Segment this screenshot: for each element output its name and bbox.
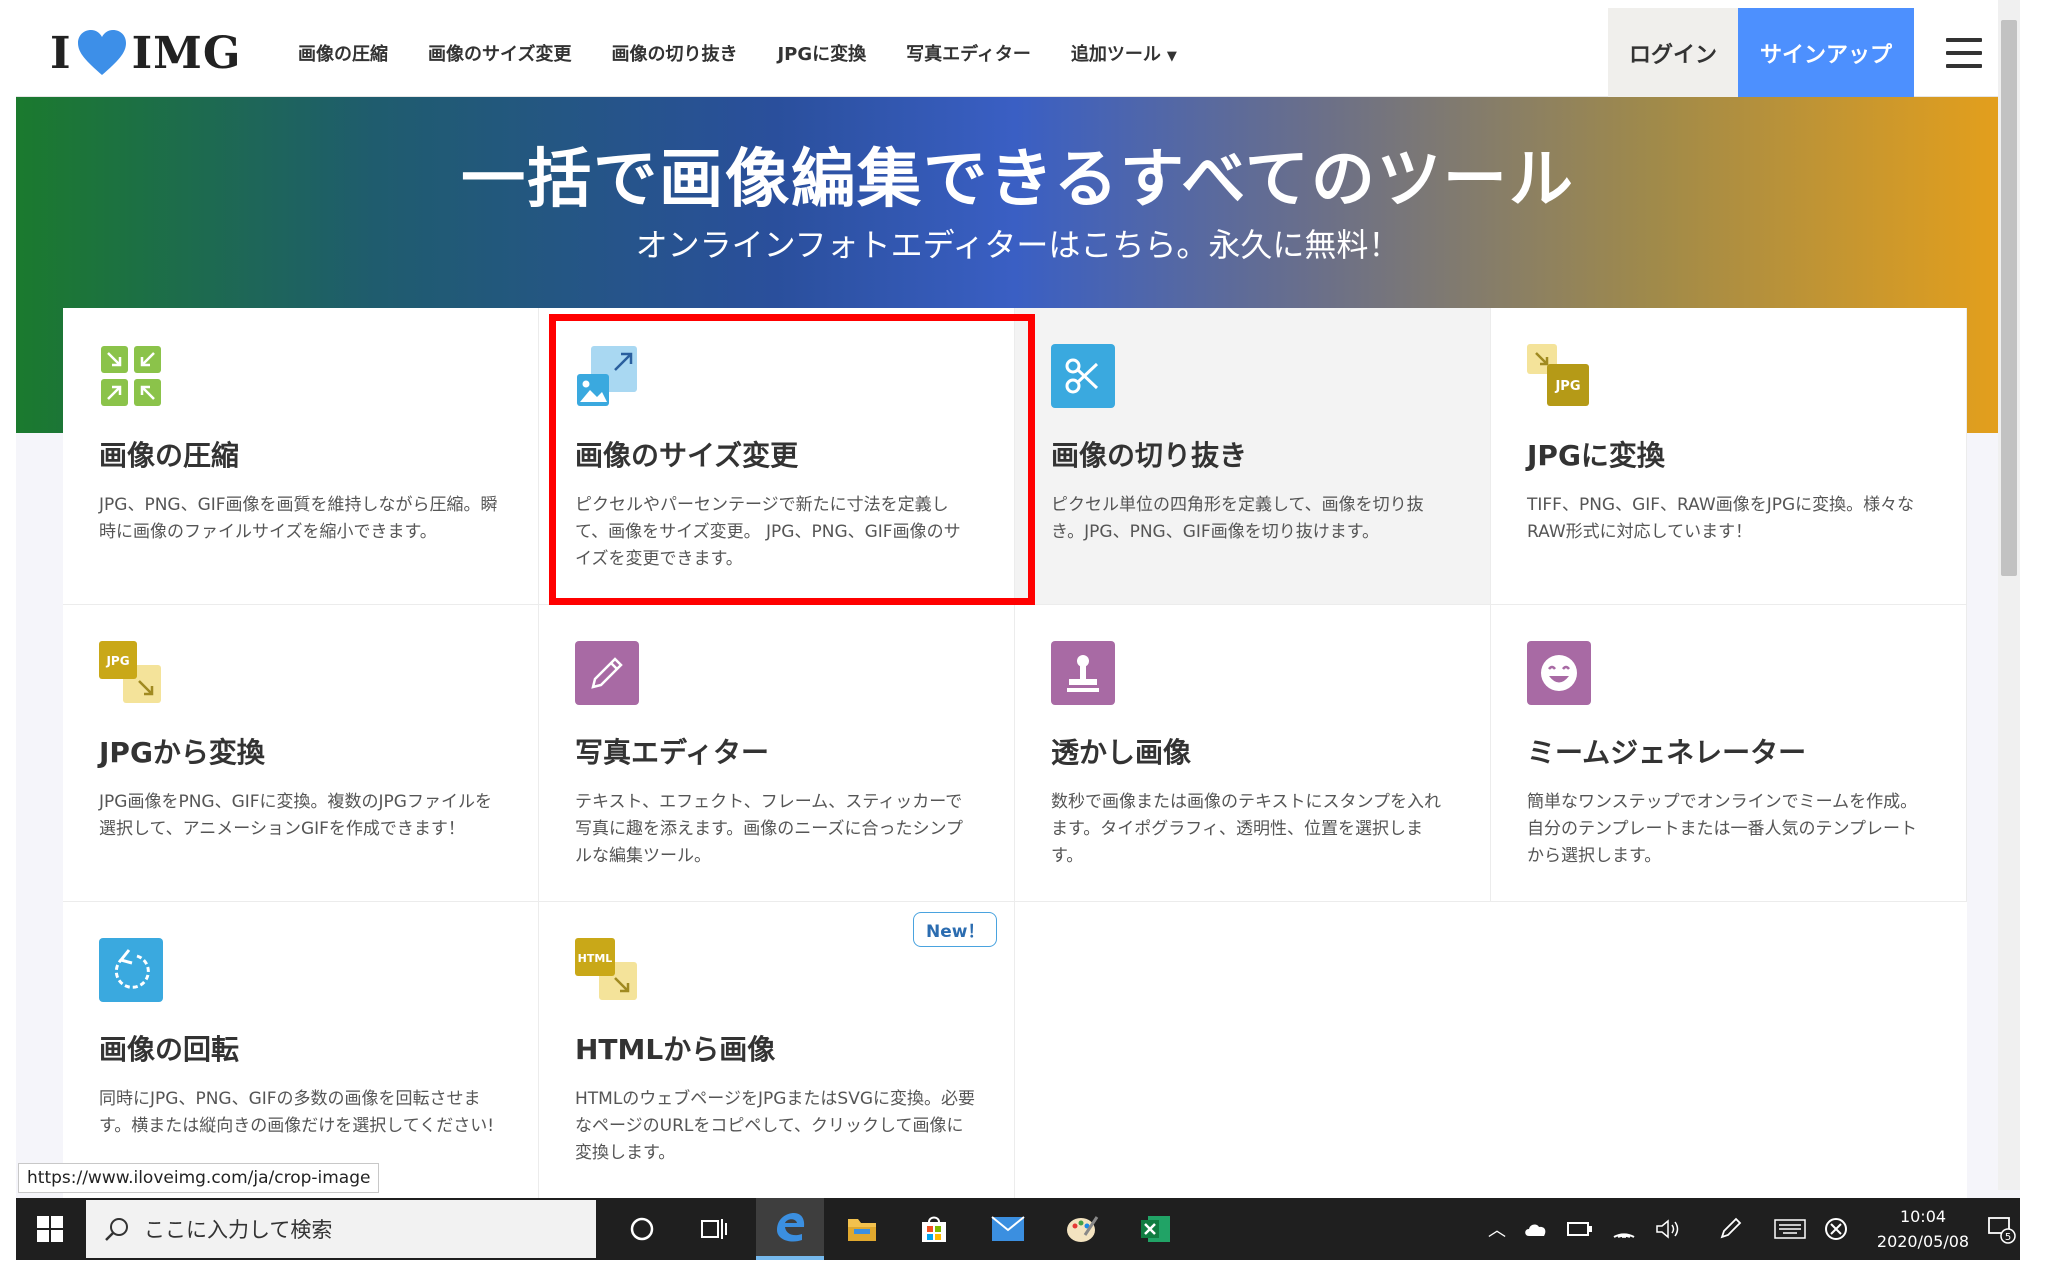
onedrive-cloud-icon[interactable] bbox=[1516, 1198, 1556, 1260]
caret-down-icon: ▼ bbox=[1166, 48, 1177, 64]
clock-time: 10:04 bbox=[1899, 1207, 1947, 1226]
tool-description: 同時にJPG、PNG、GIFの多数の画像を回転させます。横または縦向きの画像だけ… bbox=[99, 1089, 495, 1136]
tool-card-convert-to-jpg[interactable]: JPG JPGに変換 TIFF、PNG、GIF、RAW画像をJPGに変換。様々な… bbox=[1491, 308, 1967, 605]
heart-icon bbox=[77, 30, 126, 75]
nav-link-photo-editor[interactable]: 写真エディター bbox=[906, 40, 1031, 66]
convert-to-jpg-icon: JPG bbox=[1527, 344, 1589, 406]
search-icon bbox=[105, 1218, 128, 1241]
svg-text:HTML: HTML bbox=[578, 952, 613, 965]
nav-link-more-tools[interactable]: 追加ツール ▼ bbox=[1071, 40, 1177, 66]
windows-taskbar: ここに入力して検索 ︿ 10:04 2020/05/08 5 bbox=[16, 1198, 2020, 1260]
tool-description: TIFF、PNG、GIF、RAW画像をJPGに変換。様々なRAW形式に対応してい… bbox=[1527, 495, 1915, 542]
nav-links: 画像の圧縮 画像のサイズ変更 画像の切り抜き JPGに変換 写真エディター 追加… bbox=[298, 8, 1217, 97]
search-placeholder: ここに入力して検索 bbox=[144, 1218, 333, 1242]
tool-title: 画像のサイズ変更 bbox=[575, 439, 799, 472]
scrollbar-thumb[interactable] bbox=[2001, 20, 2017, 576]
convert-from-jpg-icon: JPG bbox=[99, 641, 161, 703]
tool-card-compress[interactable]: 画像の圧縮 JPG、PNG、GIF画像を画質を維持しながら圧縮。瞬時に画像のファ… bbox=[63, 308, 539, 605]
file-explorer-icon[interactable] bbox=[828, 1198, 896, 1260]
tool-description: ピクセル単位の四角形を定義して、画像を切り抜き。JPG、PNG、GIF画像を切り… bbox=[1051, 495, 1424, 542]
store-icon[interactable] bbox=[900, 1198, 968, 1260]
edge-browser-icon[interactable] bbox=[756, 1198, 824, 1260]
windows-logo-icon bbox=[37, 1216, 63, 1242]
tool-title: JPGから変換 bbox=[99, 736, 265, 769]
rotate-icon bbox=[99, 938, 163, 1002]
nav-link-convert-to-jpg[interactable]: JPGに変換 bbox=[777, 40, 866, 66]
cortana-icon[interactable] bbox=[608, 1198, 676, 1260]
start-button[interactable] bbox=[16, 1198, 84, 1260]
tool-card-rotate[interactable]: 画像の回転 同時にJPG、PNG、GIFの多数の画像を回転させます。横または縦向… bbox=[63, 902, 539, 1198]
resize-icon bbox=[577, 346, 637, 406]
ime-off-icon[interactable] bbox=[1816, 1198, 1856, 1260]
tool-card-meme-generator[interactable]: ミームジェネレーター 簡単なワンステップでオンラインでミームを作成。自分のテンプ… bbox=[1491, 605, 1967, 902]
logo-text-right: IMG bbox=[131, 27, 242, 79]
nav-link-compress[interactable]: 画像の圧縮 bbox=[298, 40, 388, 66]
tool-title: 透かし画像 bbox=[1051, 736, 1192, 769]
taskbar-search-box[interactable]: ここに入力して検索 bbox=[86, 1200, 596, 1258]
signup-button[interactable]: サインアップ bbox=[1738, 8, 1914, 97]
svg-text:5: 5 bbox=[2005, 1232, 2011, 1243]
compress-icon bbox=[101, 346, 161, 406]
iloveimg-logo[interactable]: I IMG bbox=[50, 26, 241, 80]
login-button[interactable]: ログイン bbox=[1608, 8, 1738, 97]
notification-center-icon[interactable]: 5 bbox=[1982, 1198, 2020, 1260]
tool-card-watermark[interactable]: 透かし画像 数秒で画像または画像のテキストにスタンプを入れます。タイポグラフィ、… bbox=[1015, 605, 1491, 902]
html-to-image-icon: HTML bbox=[575, 938, 637, 1000]
svg-text:JPG: JPG bbox=[105, 654, 129, 668]
volume-icon[interactable] bbox=[1648, 1198, 1688, 1260]
tool-description: 簡単なワンステップでオンラインでミームを作成。自分のテンプレートまたは一番人気の… bbox=[1527, 792, 1918, 866]
tools-grid: 画像の圧縮 JPG、PNG、GIF画像を画質を維持しながら圧縮。瞬時に画像のファ… bbox=[63, 308, 1967, 1198]
tool-card-convert-from-jpg[interactable]: JPG JPGから変換 JPG画像をPNG、GIFに変換。複数のJPGファイルを… bbox=[63, 605, 539, 902]
status-bar-url: https://www.iloveimg.com/ja/crop-image bbox=[18, 1163, 380, 1193]
show-hidden-icons-chevron-icon[interactable]: ︿ bbox=[1480, 1198, 1514, 1260]
pen-icon[interactable] bbox=[1710, 1198, 1750, 1260]
tool-card-photo-editor[interactable]: 写真エディター テキスト、エフェクト、フレーム、スティッカーで写真に趣を添えます… bbox=[539, 605, 1015, 902]
tool-description: テキスト、エフェクト、フレーム、スティッカーで写真に趣を添えます。画像のニーズに… bbox=[575, 792, 963, 866]
hero-subtitle: オンラインフォトエディターはこちら。永久に無料！ bbox=[635, 226, 1401, 264]
svg-text:JPG: JPG bbox=[1554, 379, 1580, 394]
tool-description: JPG画像をPNG、GIFに変換。複数のJPGファイルを選択して、アニメーション… bbox=[99, 792, 492, 839]
smiley-icon bbox=[1527, 641, 1591, 705]
tool-card-resize[interactable]: 画像のサイズ変更 ピクセルやパーセンテージで新たに寸法を定義して、画像をサイズ変… bbox=[539, 308, 1015, 605]
scissors-icon bbox=[1051, 344, 1115, 408]
nav-link-crop[interactable]: 画像の切り抜き bbox=[611, 40, 737, 66]
battery-icon[interactable] bbox=[1560, 1198, 1600, 1260]
browser-viewport: I IMG 画像の圧縮 画像のサイズ変更 画像の切り抜き JPGに変換 写真エデ… bbox=[16, 8, 2020, 1198]
tool-title: 画像の切り抜き bbox=[1051, 439, 1248, 472]
tool-description: HTMLのウェブページをJPGまたはSVGに変換。必要なページのURLをコピペし… bbox=[575, 1089, 975, 1163]
logo-text-left: I bbox=[50, 27, 72, 79]
new-badge: New！ bbox=[913, 912, 998, 947]
top-navbar: I IMG 画像の圧縮 画像のサイズ変更 画像の切り抜き JPGに変換 写真エデ… bbox=[16, 8, 2020, 97]
tool-title: HTMLから画像 bbox=[575, 1033, 776, 1066]
tool-title: 写真エディター bbox=[575, 736, 770, 769]
hamburger-menu-icon[interactable] bbox=[1946, 38, 1982, 68]
tool-description: JPG、PNG、GIF画像を画質を維持しながら圧縮。瞬時に画像のファイルサイズを… bbox=[99, 495, 498, 542]
tool-title: 画像の圧縮 bbox=[99, 439, 240, 472]
tool-title: 画像の回転 bbox=[99, 1033, 240, 1066]
keyboard-icon[interactable] bbox=[1768, 1198, 1812, 1260]
wifi-icon[interactable] bbox=[1604, 1198, 1644, 1260]
tool-title: ミームジェネレーター bbox=[1527, 736, 1807, 769]
taskbar-clock[interactable]: 10:04 2020/05/08 bbox=[1868, 1204, 1978, 1256]
tool-description: ピクセルやパーセンテージで新たに寸法を定義して、画像をサイズ変更。 JPG、PN… bbox=[575, 495, 961, 569]
tool-description: 数秒で画像または画像のテキストにスタンプを入れます。タイポグラフィ、透明性、位置… bbox=[1051, 792, 1441, 866]
stamp-icon bbox=[1051, 641, 1115, 705]
clock-date: 2020/05/08 bbox=[1876, 1232, 1970, 1251]
tool-card-crop[interactable]: 画像の切り抜き ピクセル単位の四角形を定義して、画像を切り抜き。JPG、PNG、… bbox=[1015, 308, 1491, 605]
nav-link-resize[interactable]: 画像のサイズ変更 bbox=[428, 40, 571, 66]
excel-icon[interactable] bbox=[1122, 1198, 1190, 1260]
tool-card-html-to-image[interactable]: New！ HTML HTMLから画像 HTMLのウェブページをJPGまたはSVG… bbox=[539, 902, 1015, 1198]
hero-title: 一括で画像編集できるすべてのツール bbox=[461, 143, 1575, 217]
pencil-icon bbox=[575, 641, 639, 705]
task-view-icon[interactable] bbox=[680, 1198, 748, 1260]
paint-icon[interactable] bbox=[1048, 1198, 1116, 1260]
mail-icon[interactable] bbox=[974, 1198, 1042, 1260]
more-tools-label: 追加ツール bbox=[1070, 43, 1161, 65]
tool-title: JPGに変換 bbox=[1527, 439, 1665, 472]
screen: I IMG 画像の圧縮 画像のサイズ変更 画像の切り抜き JPGに変換 写真エデ… bbox=[0, 0, 2045, 1262]
